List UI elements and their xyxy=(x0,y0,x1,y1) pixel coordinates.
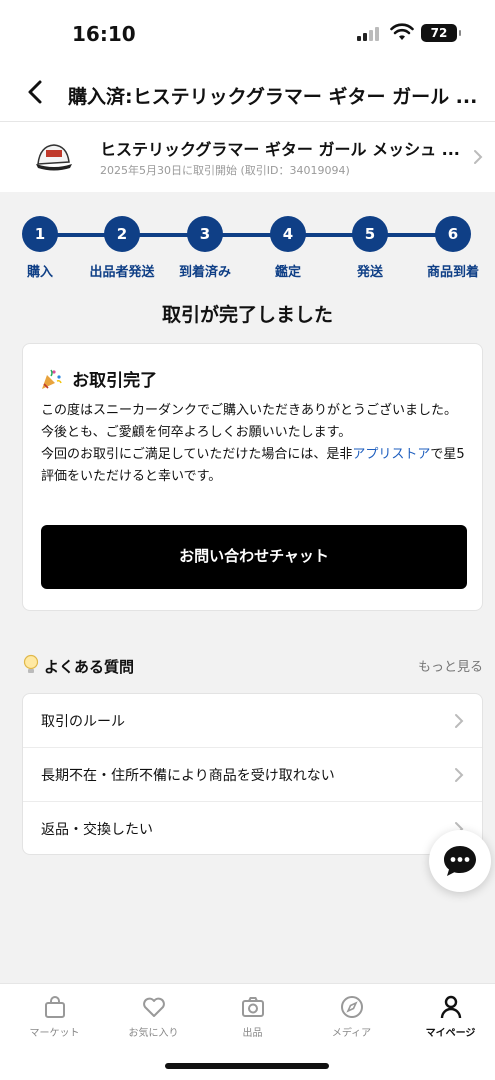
faq-question: 長期不在・住所不備により商品を受け取れない xyxy=(41,768,335,784)
card-header: お取引完了 xyxy=(39,366,157,392)
step-2: 2 出品者発送 xyxy=(82,214,162,284)
back-arrow-icon[interactable] xyxy=(20,76,52,108)
tab-favorites[interactable]: お気に入り xyxy=(104,990,203,1040)
step-4: 4 鑑定 xyxy=(248,214,328,284)
step-label: 到着済み xyxy=(178,265,231,280)
inquiry-chat-button[interactable]: お問い合わせチャット xyxy=(41,525,467,589)
step-number: 5 xyxy=(352,216,388,252)
faq-title: よくある質問 xyxy=(44,658,135,676)
app-store-link[interactable]: アプリストア xyxy=(352,447,430,462)
party-popper-icon xyxy=(42,369,62,389)
faq-item[interactable]: 取引のルール xyxy=(23,694,482,748)
message-text: 今回のお取引にご満足していただけた場合には、是非 xyxy=(41,447,353,462)
transaction-info: 2025年5月30日に取引開始 (取引ID：34019094) xyxy=(100,164,350,177)
message-line: 今回のお取引にご満足していただけた場合には、是非アプリストアで星5評価をいただけ… xyxy=(41,444,471,488)
step-1: 1 購入 xyxy=(0,214,80,284)
chevron-right-icon xyxy=(474,150,483,164)
lightbulb-icon xyxy=(23,654,39,673)
faq-list: 取引のルール 長期不在・住所不備により商品を受け取れない 返品・交換したい xyxy=(22,693,483,855)
tab-market[interactable]: マーケット xyxy=(5,990,104,1040)
step-label: 出品者発送 xyxy=(89,265,155,280)
shopping-bag-icon xyxy=(44,996,65,1018)
battery-indicator: 72 xyxy=(421,24,461,42)
step-label: 発送 xyxy=(356,265,383,280)
step-3: 3 到着済み xyxy=(165,214,245,284)
tab-label: マーケット xyxy=(29,1028,80,1039)
chat-bubble-icon xyxy=(444,846,476,876)
completion-message: この度はスニーカーダンクでご購入いただきありがとうございました。 今後とも、ご愛… xyxy=(41,400,471,488)
person-icon xyxy=(440,995,461,1019)
tab-sell[interactable]: 出品 xyxy=(203,990,302,1040)
chevron-right-icon xyxy=(455,714,464,728)
tab-mypage[interactable]: マイページ xyxy=(401,990,495,1040)
tab-media[interactable]: メディア xyxy=(302,990,401,1040)
step-5: 5 発送 xyxy=(330,214,410,284)
tab-label: マイページ xyxy=(425,1028,476,1039)
nav-header: 購入済:ヒステリックグラマー ギター ガール ... xyxy=(0,62,495,122)
message-line: この度はスニーカーダンクでご購入いただきありがとうございました。 xyxy=(41,403,458,418)
cellular-signal-icon xyxy=(357,27,383,41)
faq-header: よくある質問 もっと見る xyxy=(22,652,483,678)
message-line: 今後とも、ご愛顧を何卒よろしくお願いいたします。 xyxy=(41,425,352,440)
step-6: 6 商品到着 xyxy=(413,214,493,284)
home-indicator xyxy=(165,1063,329,1069)
completion-card: お取引完了 この度はスニーカーダンクでご購入いただきありがとうございました。 今… xyxy=(22,343,483,611)
tab-label: 出品 xyxy=(242,1028,263,1039)
heart-icon xyxy=(142,997,165,1017)
step-number: 1 xyxy=(22,216,58,252)
product-thumbnail-cap-icon xyxy=(36,144,72,171)
faq-question: 取引のルール xyxy=(41,714,125,730)
faq-item[interactable]: 長期不在・住所不備により商品を受け取れない xyxy=(23,748,482,802)
step-number: 3 xyxy=(187,216,223,252)
chevron-right-icon xyxy=(455,768,464,782)
step-number: 2 xyxy=(104,216,140,252)
camera-icon xyxy=(241,997,264,1017)
card-title: お取引完了 xyxy=(72,371,158,391)
compass-icon xyxy=(340,996,363,1018)
tab-label: メディア xyxy=(331,1028,372,1039)
step-label: 鑑定 xyxy=(274,265,301,280)
faq-question: 返品・交換したい xyxy=(41,822,153,838)
wifi-icon xyxy=(390,23,414,40)
tab-label: お気に入り xyxy=(128,1028,179,1039)
completion-heading: 取引が完了しました xyxy=(161,304,333,326)
progress-steps: 1 購入 2 出品者発送 3 到着済み 4 鑑定 5 発送 6 商品到着 xyxy=(0,214,495,284)
step-number: 6 xyxy=(435,216,471,252)
status-time: 16:10 xyxy=(72,22,136,46)
floating-chat-button[interactable] xyxy=(429,830,491,892)
faq-item[interactable]: 返品・交換したい xyxy=(23,802,482,854)
step-label: 商品到着 xyxy=(426,265,479,280)
step-number: 4 xyxy=(270,216,306,252)
status-bar: 16:10 72 xyxy=(0,0,495,62)
faq-more-link[interactable]: もっと見る xyxy=(418,656,483,675)
product-name: ヒステリックグラマー ギター ガール メッシュ ... xyxy=(100,140,460,159)
step-label: 購入 xyxy=(26,265,53,280)
page-title: 購入済:ヒステリックグラマー ギター ガール ... xyxy=(68,86,478,108)
product-row[interactable]: ヒステリックグラマー ギター ガール メッシュ ... 2025年5月30日に取… xyxy=(0,122,495,192)
